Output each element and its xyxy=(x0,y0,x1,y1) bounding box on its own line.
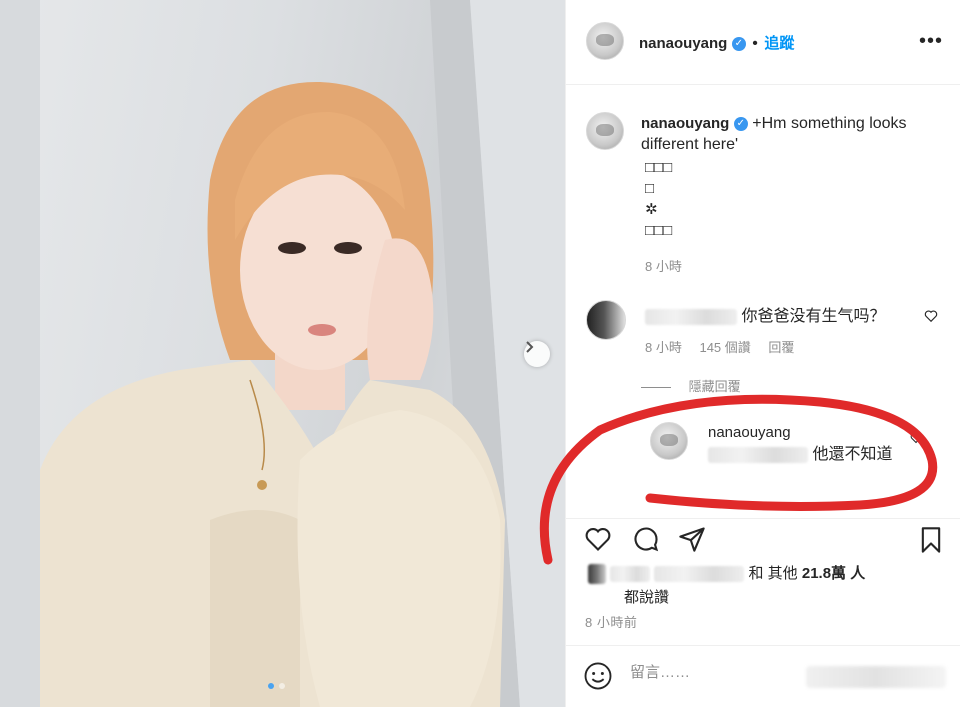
comment-body: 你爸爸没有生气吗？ xyxy=(645,302,885,326)
photo-illustration xyxy=(0,0,565,707)
chevron-right-icon xyxy=(526,341,534,353)
like-heart-icon[interactable] xyxy=(583,525,613,553)
more-options-icon[interactable]: ••• xyxy=(919,30,943,53)
reply-button[interactable]: 回覆 xyxy=(768,340,794,355)
post-username[interactable]: nanaouyang xyxy=(639,35,727,52)
carousel-dot-active xyxy=(268,683,274,689)
verified-badge-icon: ✓ xyxy=(731,36,746,51)
redacted-username xyxy=(645,308,737,325)
caption-avatar[interactable] xyxy=(586,112,624,150)
post-photo[interactable] xyxy=(0,0,565,707)
caption-timestamp: 8 小時 xyxy=(645,259,682,274)
comment-meta: 8 小時 145 個讚 回覆 xyxy=(645,337,808,356)
mouth xyxy=(308,324,336,336)
right-sleeve xyxy=(297,410,501,707)
comment-timestamp: 8 小時 xyxy=(645,340,682,355)
share-paper-plane-icon[interactable] xyxy=(678,525,706,553)
carousel-next-button[interactable] xyxy=(524,341,550,367)
heart-outline-icon[interactable] xyxy=(924,309,938,323)
necklace-pendant xyxy=(257,480,267,490)
divider-line xyxy=(641,387,671,389)
reply-avatar[interactable] xyxy=(650,422,688,460)
liker-avatar xyxy=(588,564,606,585)
watermark xyxy=(806,666,946,688)
comment-icon[interactable] xyxy=(632,525,660,553)
caption-text-block: nanaouyang ✓ +Hm something looks differe… xyxy=(641,113,941,155)
caption-username[interactable]: nanaouyang xyxy=(641,115,729,132)
comment-input[interactable] xyxy=(630,664,810,681)
action-bar xyxy=(566,518,960,558)
caption-line: □□□ xyxy=(645,159,673,176)
wall-trim-left xyxy=(0,0,40,707)
reply-body: 他還不知道 xyxy=(708,444,908,466)
redacted-liker xyxy=(610,566,651,583)
reply-username[interactable]: nanaouyang xyxy=(708,424,791,441)
reply-text: 他還不知道 xyxy=(812,446,893,463)
caption-line: □ xyxy=(645,180,655,197)
post-header-user: nanaouyang ✓ • 追蹤 xyxy=(639,32,794,53)
comment-like-count[interactable]: 145 個讚 xyxy=(699,340,750,355)
caption-symbol-lines: □□□ □ ✲ □□□ xyxy=(645,157,672,241)
left-eye xyxy=(278,242,306,254)
add-comment-bar xyxy=(566,645,960,707)
verified-badge-icon: ✓ xyxy=(733,116,748,131)
likes-count: 21.8萬 xyxy=(801,565,847,582)
separator-dot: • xyxy=(752,35,758,52)
caption-line: ✲ xyxy=(645,201,658,218)
avatar[interactable] xyxy=(586,22,624,60)
heart-outline-icon[interactable] xyxy=(910,432,922,444)
likes-line2: 都說讚 xyxy=(624,589,670,606)
emoji-icon[interactable] xyxy=(583,661,613,691)
hide-replies-label: 隱藏回覆 xyxy=(688,379,741,394)
carousel-dots xyxy=(268,683,285,689)
redacted-liker xyxy=(654,566,745,583)
likes-summary[interactable]: 和 其他 21.8萬 人 都說讚 xyxy=(588,562,938,610)
likes-unit: 人 xyxy=(850,565,866,582)
post-timestamp: 8 小時前 xyxy=(585,615,638,630)
save-bookmark-icon[interactable] xyxy=(917,525,945,555)
likes-suffix: 和 其他 xyxy=(748,565,798,582)
inner-top xyxy=(210,510,300,707)
redacted-mention xyxy=(708,446,808,463)
reply-header: nanaouyang xyxy=(708,424,791,442)
follow-button[interactable]: 追蹤 xyxy=(764,35,794,52)
post-details-panel: nanaouyang ✓ • 追蹤 ••• nanaouyang ✓ +Hm s… xyxy=(565,0,960,707)
caption-line: □□□ xyxy=(645,222,673,239)
carousel-dot xyxy=(279,683,285,689)
commenter-avatar[interactable] xyxy=(586,300,626,340)
post-header: nanaouyang ✓ • 追蹤 ••• xyxy=(566,0,960,85)
comment-text: 你爸爸没有生气吗？ xyxy=(741,308,886,325)
hide-replies-toggle[interactable]: 隱藏回覆 xyxy=(641,376,741,395)
right-eye xyxy=(334,242,362,254)
